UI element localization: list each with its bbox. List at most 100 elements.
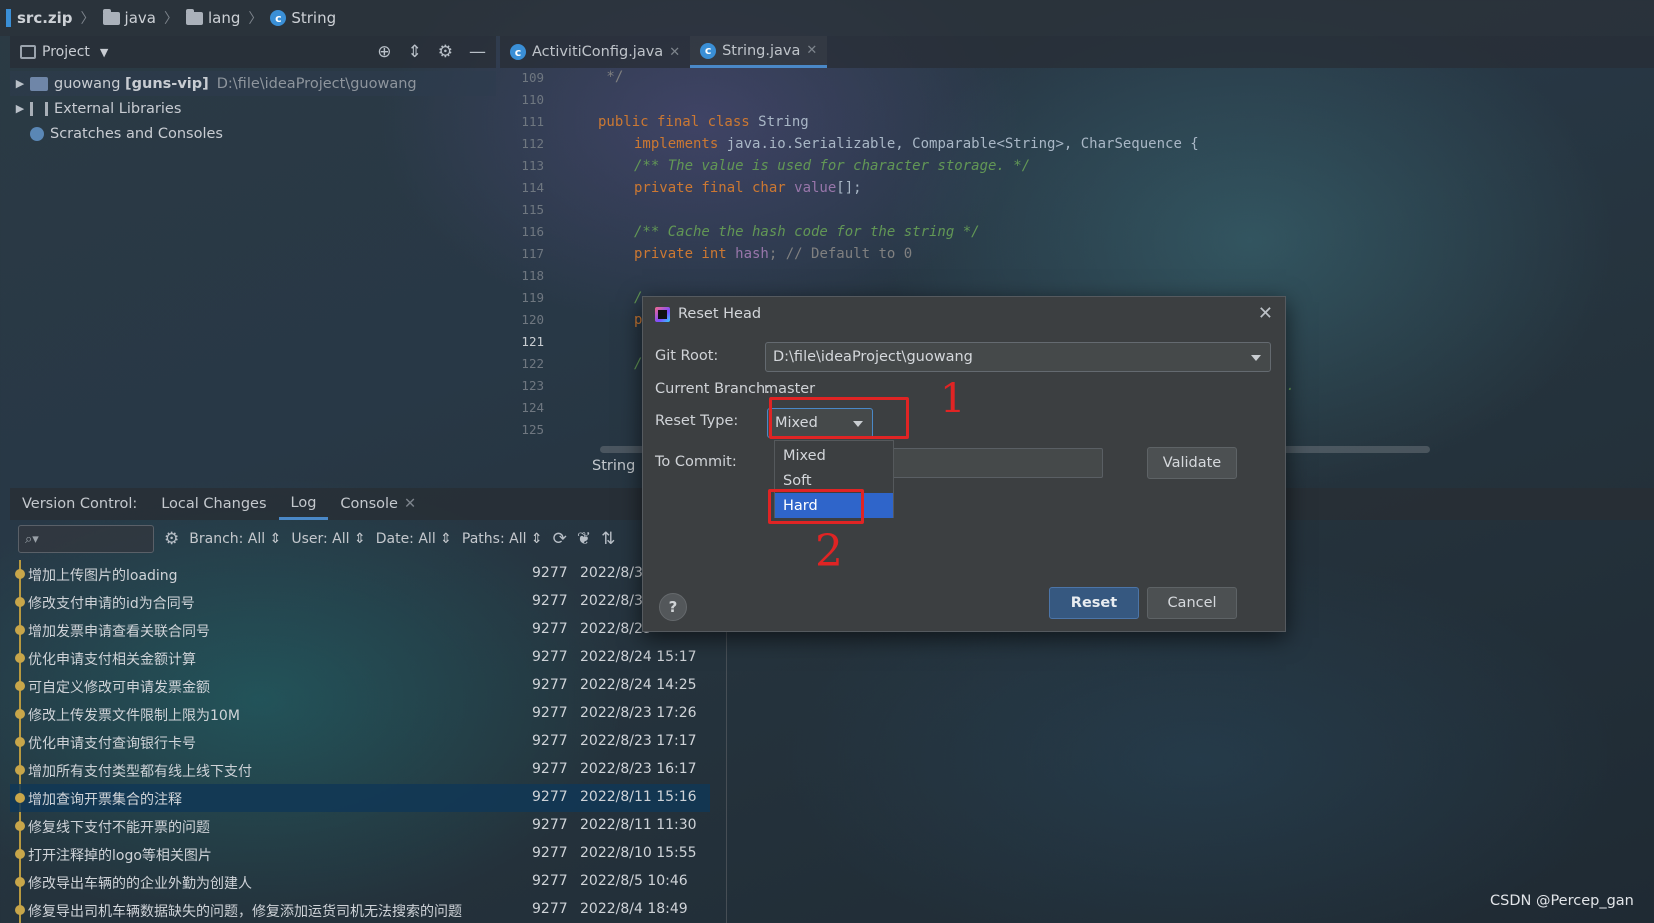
table-row[interactable]: 增加发票申请查看关联合同号 9277 2022/8/29 <box>10 616 710 644</box>
watermark: CSDN @Percep_gan <box>1490 893 1634 909</box>
filter-branch[interactable]: Branch: All ⇕ <box>189 531 281 547</box>
tree-item-guowang[interactable]: ▶ guowang [guns-vip] D:\file\ideaProject… <box>10 71 496 96</box>
help-button[interactable]: ? <box>659 593 687 621</box>
close-icon[interactable]: ✕ <box>806 43 817 58</box>
editor-breadcrumb[interactable]: String <box>592 458 635 474</box>
commit-author: 9277 <box>532 845 568 861</box>
library-icon <box>30 101 48 116</box>
line-number-gutter: 109 110 111 112 113 114 115 116 117 118 119 120 121 1… <box>500 68 560 460</box>
commit-node <box>15 569 25 579</box>
table-row[interactable]: 可自定义修改可申请发票金额 9277 2022/8/24 14:25 <box>10 672 710 700</box>
folder-icon <box>102 8 120 25</box>
refresh-icon[interactable]: ⟳ <box>553 529 567 549</box>
table-row[interactable]: 修改上传发票文件限制上限为10M 9277 2022/8/23 17:26 <box>10 700 710 728</box>
filter-paths[interactable]: Paths: All ⇕ <box>462 531 543 547</box>
search-input[interactable]: ⌕▾ <box>18 525 154 553</box>
tab-activiticonfig[interactable]: c ActivitiConfig.java ✕ <box>500 36 690 68</box>
project-view-selector[interactable]: Project <box>42 44 90 60</box>
commit-node <box>15 625 25 635</box>
filter-date[interactable]: Date: All ⇕ <box>376 531 452 547</box>
commit-node <box>15 765 25 775</box>
line-number: 125 <box>521 422 544 437</box>
table-row[interactable]: 增加查询开票集合的注释 9277 2022/8/11 15:16 <box>10 784 710 812</box>
minimize-icon[interactable]: — <box>469 42 486 62</box>
archive-icon <box>6 9 11 27</box>
code-line-114: private final char value[]; <box>634 180 862 196</box>
table-row[interactable]: 修改支付申请的id为合同号 9277 2022/8/30 <box>10 588 710 616</box>
table-row[interactable]: 增加上传图片的loading 9277 2022/8/30 <box>10 560 710 588</box>
commit-date: 2022/8/10 15:55 <box>580 845 697 861</box>
tree-item-external-libraries[interactable]: ▶ External Libraries <box>10 96 496 121</box>
tab-console[interactable]: Console ✕ <box>328 488 428 520</box>
chevron-right-icon: 〉 <box>248 11 263 27</box>
table-row[interactable]: 增加所有支付类型都有线上线下支付 9277 2022/8/23 16:17 <box>10 756 710 784</box>
chevron-down-icon <box>1251 355 1261 361</box>
line-number: 109 <box>521 70 544 85</box>
tab-string[interactable]: c String.java ✕ <box>690 36 828 68</box>
tab-log[interactable]: Log <box>278 488 329 520</box>
commit-message: 修改支付申请的id为合同号 <box>28 596 195 612</box>
option-mixed[interactable]: Mixed <box>775 443 893 468</box>
commit-author: 9277 <box>532 873 568 889</box>
line-number: 117 <box>521 246 544 261</box>
to-commit-input[interactable] <box>863 448 1103 478</box>
log-toolbar: ⌕▾ ⚙ Branch: All ⇕ User: All ⇕ Date: All… <box>10 520 710 558</box>
commit-message: 增加上传图片的loading <box>28 568 178 584</box>
annotation-box-reset-type <box>769 397 909 439</box>
table-row[interactable]: 修复线下支付不能开票的问题 9277 2022/8/11 11:30 <box>10 812 710 840</box>
table-row[interactable]: 优化申请支付查询银行卡号 9277 2022/8/23 17:17 <box>10 728 710 756</box>
git-root-select[interactable]: D:\file\ideaProject\guowang <box>765 342 1271 372</box>
code-line-113: /** The value is used for character stor… <box>634 158 1031 174</box>
breadcrumb-item-lang[interactable]: lang <box>185 8 240 27</box>
tree-item-scratches[interactable]: Scratches and Consoles <box>10 121 496 146</box>
commit-message: 打开注释掉的logo等相关图片 <box>28 848 212 864</box>
table-row[interactable]: 优化申请支付相关金额计算 9277 2022/8/24 15:17 <box>10 644 710 672</box>
commit-node <box>15 597 25 607</box>
commit-author: 9277 <box>532 817 568 833</box>
gear-icon[interactable]: ⚙ <box>438 42 453 62</box>
line-number: 124 <box>521 400 544 415</box>
chevron-down-icon[interactable]: ▼ <box>100 46 108 59</box>
commit-date: 2022/8/5 10:46 <box>580 873 688 889</box>
class-icon: c <box>510 44 526 60</box>
commit-node <box>15 905 25 915</box>
commit-date: 2022/8/24 15:17 <box>580 649 697 665</box>
gear-icon[interactable]: ⚙ <box>164 529 179 549</box>
validate-button[interactable]: Validate <box>1147 447 1237 479</box>
commit-message: 增加发票申请查看关联合同号 <box>28 624 210 640</box>
breadcrumb-item-java[interactable]: java <box>102 8 156 27</box>
table-row[interactable]: 修改导出车辆的的企业外勤为创建人 9277 2022/8/5 10:46 <box>10 868 710 896</box>
reset-button[interactable]: Reset <box>1049 587 1139 619</box>
dialog-title: Reset Head <box>678 306 762 322</box>
commit-message: 优化申请支付相关金额计算 <box>28 652 196 668</box>
cherry-pick-icon[interactable]: ❦ <box>577 529 591 549</box>
intellij-icon <box>655 306 670 322</box>
breadcrumb-item-string[interactable]: c String <box>270 9 336 27</box>
locate-icon[interactable]: ⊕ <box>377 42 391 62</box>
table-row[interactable]: 修复导出司机车辆数据缺失的问题，修复添加运货司机无法搜索的问题 9277 2022/… <box>10 896 710 923</box>
cancel-button[interactable]: Cancel <box>1147 587 1237 619</box>
tab-local-changes[interactable]: Local Changes <box>149 488 278 520</box>
close-icon[interactable]: ✕ <box>1258 303 1273 324</box>
commit-node <box>15 793 25 803</box>
close-icon[interactable]: ✕ <box>669 45 680 60</box>
collapse-all-icon[interactable]: ⇕ <box>408 42 422 62</box>
code-line-112: implements java.io.Serializable, Compara… <box>634 136 1199 152</box>
filter-user[interactable]: User: All ⇕ <box>291 531 365 547</box>
line-number: 119 <box>521 290 544 305</box>
line-number: 114 <box>521 180 544 195</box>
sort-icon[interactable]: ⇅ <box>601 529 615 549</box>
commit-author: 9277 <box>532 789 568 805</box>
table-row[interactable]: 打开注释掉的logo等相关图片 9277 2022/8/10 15:55 <box>10 840 710 868</box>
class-icon: c <box>270 10 287 26</box>
line-number: 120 <box>521 312 544 327</box>
breadcrumb-item-src-zip[interactable]: src.zip <box>17 9 73 27</box>
close-icon[interactable]: ✕ <box>404 496 416 512</box>
code-line-117: private int hash; // Default to 0 <box>634 246 913 262</box>
line-number: 118 <box>521 268 544 283</box>
expand-arrow-icon[interactable]: ▶ <box>10 102 30 115</box>
expand-arrow-icon[interactable]: ▶ <box>10 77 30 90</box>
class-icon: c <box>700 42 717 59</box>
reset-head-dialog: Reset Head ✕ Git Root: D:\file\ideaProje… <box>642 296 1286 632</box>
module-name: guowang <box>54 75 121 92</box>
